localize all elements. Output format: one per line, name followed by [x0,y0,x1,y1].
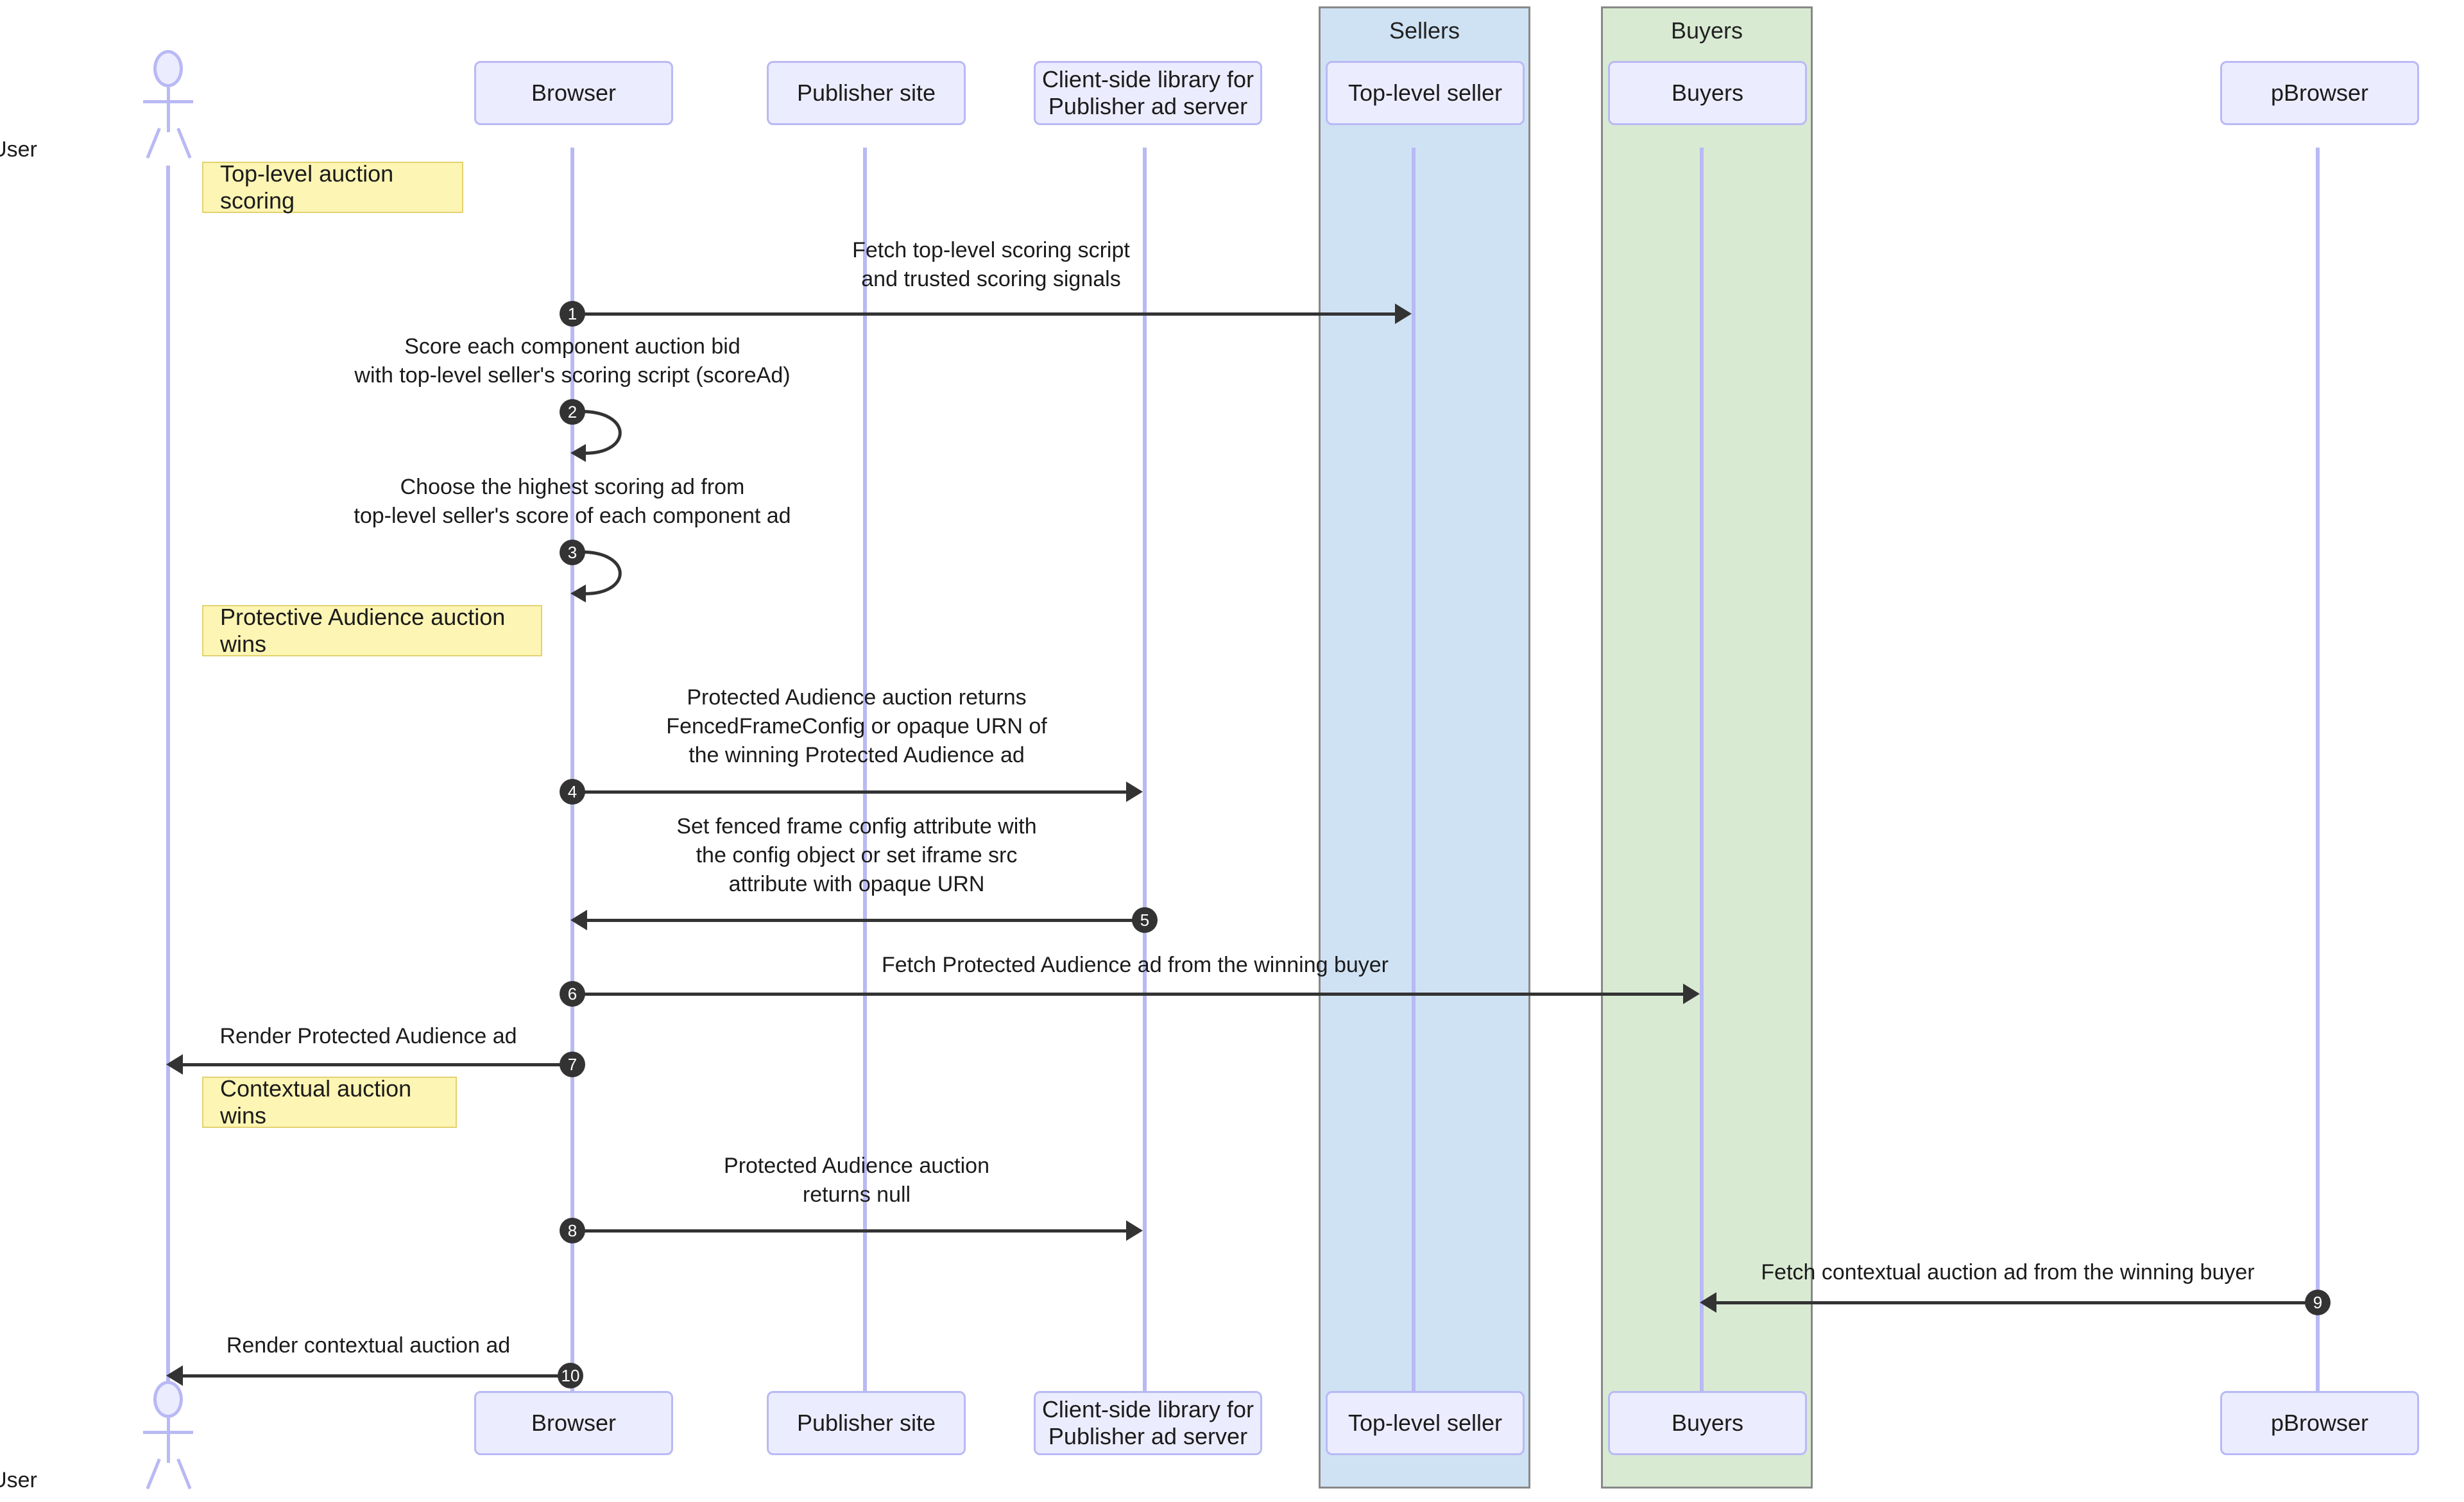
message-2-sequence-badge: 2 [560,399,585,425]
participant-pbrowser-top[interactable]: pBrowser [2220,61,2419,125]
message-6-arrowhead-icon [1683,984,1700,1004]
participant-browser-bottom[interactable]: Browser [474,1391,673,1455]
actor-arms-icon [143,1431,193,1434]
actor-body-icon [167,87,170,132]
user-actor-label-top: User [0,137,37,162]
message-9-line [1713,1301,2316,1304]
message-4-label: Protected Audience auction returns Fence… [666,685,1047,767]
note-contextual-auction-wins: Contextual auction wins [202,1075,457,1129]
actor-head-icon [153,50,183,87]
message-6-sequence-badge: 6 [560,981,585,1007]
message-10-sequence-badge: 10 [558,1363,583,1388]
message-8-line [570,1229,1130,1233]
message-5-line [583,919,1143,922]
message-4-sequence-badge: 4 [560,779,585,805]
actor-arms-icon [143,100,193,103]
message-10-arrowhead-icon [166,1365,183,1386]
participant-clientlib-top[interactable]: Client-side library for Publisher ad ser… [1034,61,1262,125]
message-1-label: Fetch top-level scoring script and trust… [852,238,1130,291]
message-9-sequence-badge: 9 [2305,1290,2331,1315]
message-1-line [570,312,1399,316]
message-9-arrowhead-icon [1700,1292,1716,1313]
message-1-arrowhead-icon [1395,303,1412,324]
sequence-diagram-canvas: Sellers Buyers User User Browser Publish… [0,0,2464,1502]
lifeline-topseller [1412,148,1416,1399]
participant-publisher-top[interactable]: Publisher site [767,61,966,125]
note-top-level-auction-scoring: Top-level auction scoring [202,160,463,214]
message-8-sequence-badge: 8 [560,1218,585,1243]
message-8-arrowhead-icon [1126,1220,1143,1241]
note-protected-audience-wins: Protective Audience auction wins [202,604,542,657]
message-2-label: Score each component auction bid with to… [354,334,791,388]
message-9-label: Fetch contextual auction ad from the win… [1761,1260,2255,1284]
message-4-line [570,790,1130,794]
participant-clientlib-bottom[interactable]: Client-side library for Publisher ad ser… [1034,1391,1262,1455]
message-5-label: Set fenced frame config attribute with t… [676,814,1037,896]
actor-right-leg-icon [176,128,192,159]
actor-body-icon [167,1418,170,1463]
message-3-sequence-badge: 3 [560,540,585,565]
message-8-label: Protected Audience auction returns null [724,1154,989,1207]
participant-buyers-top[interactable]: Buyers [1608,61,1807,125]
actor-head-icon [153,1381,183,1418]
message-1-sequence-badge: 1 [560,301,585,327]
lifeline-buyers [1700,148,1704,1399]
participant-topseller-bottom[interactable]: Top-level seller [1326,1391,1525,1455]
message-5-arrowhead-icon [570,910,587,930]
message-7-line [179,1063,570,1066]
participant-pbrowser-bottom[interactable]: pBrowser [2220,1391,2419,1455]
lifeline-pbrowser [2316,148,2320,1399]
actor-right-leg-icon [176,1458,192,1490]
participant-topseller-top[interactable]: Top-level seller [1326,61,1525,125]
message-3-label: Choose the highest scoring ad from top-l… [354,475,791,528]
message-5-sequence-badge: 5 [1132,907,1158,933]
message-7-arrowhead-icon [166,1054,183,1075]
participant-publisher-bottom[interactable]: Publisher site [767,1391,966,1455]
group-buyers-label: Buyers [1670,17,1743,44]
message-4-arrowhead-icon [1126,781,1143,802]
actor-left-leg-icon [146,128,161,159]
message-10-label: Render contextual auction ad [226,1333,511,1358]
message-7-label: Render Protected Audience ad [219,1024,517,1048]
participant-buyers-bottom[interactable]: Buyers [1608,1391,1807,1455]
actor-left-leg-icon [146,1458,161,1490]
message-6-line [570,993,1687,996]
group-sellers-label: Sellers [1389,17,1460,44]
user-actor-label-bottom: User [0,1468,37,1492]
message-6-label: Fetch Protected Audience ad from the win… [881,953,1389,977]
lifeline-clientlib [1143,148,1147,1399]
message-7-sequence-badge: 7 [560,1052,585,1077]
message-10-line [179,1374,570,1378]
participant-browser-top[interactable]: Browser [474,61,673,125]
group-sellers: Sellers [1319,6,1530,1489]
